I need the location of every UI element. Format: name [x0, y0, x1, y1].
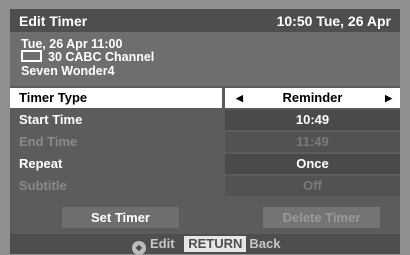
setting-value: 11:49 — [225, 132, 400, 152]
footer-hints: ◆ Edit RETURN Back — [10, 234, 400, 255]
dpad-icon: ◆ — [132, 241, 146, 255]
setting-row-end-time: End Time 11:49 — [10, 132, 400, 152]
return-key-badge: RETURN — [184, 236, 247, 252]
right-arrow-icon[interactable]: ▶ — [385, 88, 392, 108]
setting-label: Subtitle — [10, 176, 222, 196]
setting-label: Start Time — [10, 110, 222, 130]
edit-hint: Edit — [150, 236, 175, 251]
program-name: Seven Wonder4 — [21, 64, 115, 78]
setting-row-repeat[interactable]: Repeat Once — [10, 154, 400, 174]
dialog-header: Edit Timer 10:50 Tue, 26 Apr — [10, 9, 400, 32]
setting-label: Timer Type — [10, 88, 222, 108]
setting-value[interactable]: Once — [225, 154, 400, 174]
set-timer-button[interactable]: Set Timer — [62, 207, 179, 228]
back-hint: Back — [249, 236, 281, 251]
dialog-title: Edit Timer — [19, 13, 88, 29]
setting-value[interactable]: 10:49 — [225, 110, 400, 130]
left-arrow-icon[interactable]: ◀ — [236, 88, 243, 108]
setting-value: Reminder — [282, 90, 343, 105]
edit-timer-dialog: Edit Timer 10:50 Tue, 26 Apr Tue, 26 Apr… — [10, 9, 400, 255]
tv-screen-icon — [21, 50, 42, 62]
delete-timer-button: Delete Timer — [263, 207, 380, 228]
program-channel: 30 CABC Channel — [48, 50, 155, 64]
program-datetime: Tue, 26 Apr 11:00 — [21, 37, 123, 51]
program-info: Tue, 26 Apr 11:00 30 CABC Channel Seven … — [10, 32, 400, 86]
current-time: 10:50 Tue, 26 Apr — [276, 13, 391, 29]
setting-row-subtitle: Subtitle Off — [10, 176, 400, 196]
setting-value: Off — [225, 176, 400, 196]
setting-label: Repeat — [10, 154, 222, 174]
program-channel-line: 30 CABC Channel — [21, 50, 154, 64]
setting-row-start-time[interactable]: Start Time 10:49 — [10, 110, 400, 130]
setting-label: End Time — [10, 132, 222, 152]
timer-type-selector[interactable]: ◀ Reminder ▶ — [225, 88, 400, 108]
setting-row-timer-type[interactable]: Timer Type ◀ Reminder ▶ — [10, 88, 400, 108]
